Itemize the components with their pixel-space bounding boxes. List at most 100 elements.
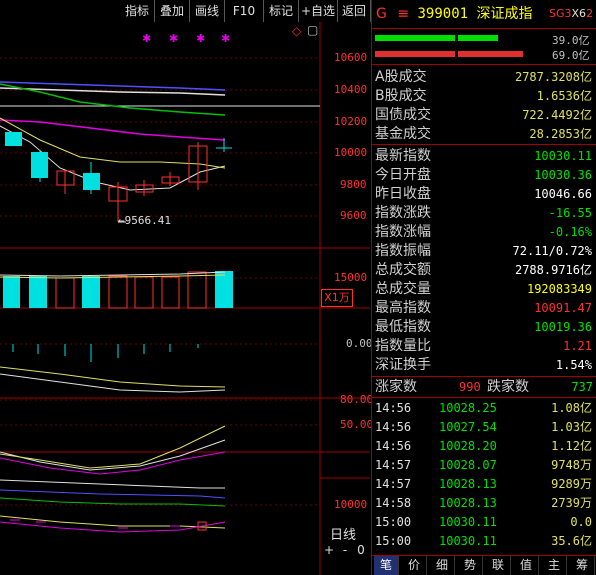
outflow-bar-red-2 [458,51,523,57]
tick-row[interactable]: 14:56 10028.20 1.12亿 [372,437,594,455]
stat-value: 10030.11 [534,149,592,163]
price-tick: 10000 [334,146,368,159]
inflow-bar-green [375,35,455,41]
toolbar-indicator-button[interactable]: 指标 [120,0,155,22]
inflow-bar-green-2 [458,35,498,41]
toolbar-f10-button[interactable]: F10 [225,0,264,22]
bottom-tab[interactable]: 值 [514,556,539,575]
bottom-tab[interactable]: 细 [430,556,455,575]
tick-volume: 1.03亿 [551,420,592,434]
stat-row: 昨日收盘 10046.66 [372,185,594,203]
tick-volume: 35.6亿 [551,534,592,548]
toolbar-overlay-button[interactable]: 叠加 [155,0,190,22]
tick-time: 14:56 [375,401,412,415]
zoom-out-button[interactable]: - [338,543,352,557]
toolbar-mark-button[interactable]: 标记 [264,0,299,22]
up-count-value: 990 [459,380,481,394]
stat-value: 1.54% [555,358,592,372]
low-price-value: 9566.41 [124,214,171,227]
tick-row[interactable]: 15:00 10030.11 35.6亿 [372,532,594,550]
tick-time: 14:58 [375,496,412,510]
stat-value: 1.21 [563,339,592,353]
bottom-tab[interactable]: 主 [542,556,567,575]
badge-x: X6 [571,7,587,20]
bottom-tab[interactable]: 筹 [570,556,595,575]
bottom-tab[interactable]: 笔 [374,556,399,575]
period-label[interactable]: 日线 [330,524,356,543]
stat-value: 2788.9716亿 [514,263,592,277]
stat-value: -0.16% [548,225,592,239]
stat-value: 192083349 [526,282,592,296]
kline-chart-area[interactable]: ✱ ✱ ✱ ✱ ◇ ▢ 10600 10400 10200 10000 9800… [0,22,374,575]
tick-price: 10028.07 [439,458,497,472]
turnover-label: 国债成交 [375,107,431,123]
stat-row: 今日开盘 10030.36 [372,166,594,184]
tick-row[interactable]: 14:58 10028.13 2739万 [372,494,594,512]
price-tick: 10600 [334,51,368,64]
tick-row[interactable]: 14:57 10028.07 9748万 [372,456,594,474]
macd-histogram [12,344,199,362]
status-badges: SG3X62 [549,7,593,20]
tick-time: 14:56 [375,420,412,434]
stat-value: 10030.36 [534,168,592,182]
bottom-tab[interactable]: 联 [486,556,511,575]
turnover-label: 基金成交 [375,126,431,142]
index-code: 399001 [417,6,469,22]
tick-volume: 1.08亿 [551,401,592,415]
stat-row: 指数振幅 72.11/0.72% [372,242,594,260]
tick-volume: 9748万 [551,458,592,472]
stat-row: 指数涨幅 -0.16% [372,223,594,241]
stat-row: 总成交量 192083349 [372,280,594,298]
kdj-tick: 80.00 [340,393,374,406]
low-price-marker: ←9566.41 [118,214,171,227]
outflow-bar-red [375,51,455,57]
nav-right-button[interactable]: 0 [354,543,368,557]
stat-row: 最高指数 10091.47 [372,299,594,317]
tick-volume: 9289万 [551,477,592,491]
price-tick: 10200 [334,115,368,128]
macd-tick: 0.00 [346,337,373,350]
stat-value: 10046.66 [534,187,592,201]
tick-row[interactable]: 14:57 10028.13 9289万 [372,475,594,493]
bar1-value: 39.0亿 [552,34,590,47]
tick-price: 10028.25 [439,401,497,415]
bottom-tab[interactable]: 势 [458,556,483,575]
kline-chart-svg [0,22,370,575]
bottom-tab[interactable]: 价 [402,556,427,575]
stat-value: 10091.47 [534,301,592,315]
stat-label: 指数量比 [375,338,431,354]
menu-icon[interactable]: ≡ [397,6,409,22]
stat-label: 指数涨幅 [375,224,431,240]
market-breadth: 涨家数 990 跌家数 737 [375,378,595,396]
box-icon[interactable]: ▢ [307,23,318,37]
tick-time: 14:57 [375,458,412,472]
tick-price: 10030.11 [439,534,497,548]
stat-label: 指数涨跌 [375,205,431,221]
stat-label: 最高指数 [375,300,431,316]
tick-row[interactable]: 14:56 10028.25 1.08亿 [372,399,594,417]
diamond-icon[interactable]: ◇ [292,24,301,38]
stat-value: 10019.36 [534,320,592,334]
down-count-label: 跌家数 [487,379,529,395]
toolbar-draw-button[interactable]: 画线 [190,0,225,22]
turnover-row: B股成交 1.6536亿 [372,87,594,105]
tick-row[interactable]: 15:00 10030.11 0.0 [372,513,594,531]
badge-2: 2 [586,7,594,20]
turnover-value: 722.4492亿 [522,108,592,122]
stat-label: 指数振幅 [375,243,431,259]
up-count-label: 涨家数 [375,379,417,395]
quote-panel: G ≡ 399001 深证成指 SG3X62 39.0亿 69.0亿 A股成交 2… [371,0,596,575]
signal-star: ✱ [169,32,179,45]
toolbar-add-watchlist-button[interactable]: +自选 [299,0,338,22]
tick-row[interactable]: 14:56 10027.54 1.03亿 [372,418,594,436]
index-name: 深证成指 [476,6,533,22]
down-count-value: 737 [571,380,593,394]
index-prefix-icon[interactable]: G [376,6,387,22]
turnover-label: B股成交 [375,88,427,104]
toolbar-back-button[interactable]: 返回 [338,0,371,22]
candlesticks [5,132,232,222]
kdj-tick: 50.00 [340,418,374,431]
signal-star: ✱ [196,32,206,45]
stat-row: 指数涨跌 -16.55 [372,204,594,222]
zoom-in-button[interactable]: + [322,543,336,557]
